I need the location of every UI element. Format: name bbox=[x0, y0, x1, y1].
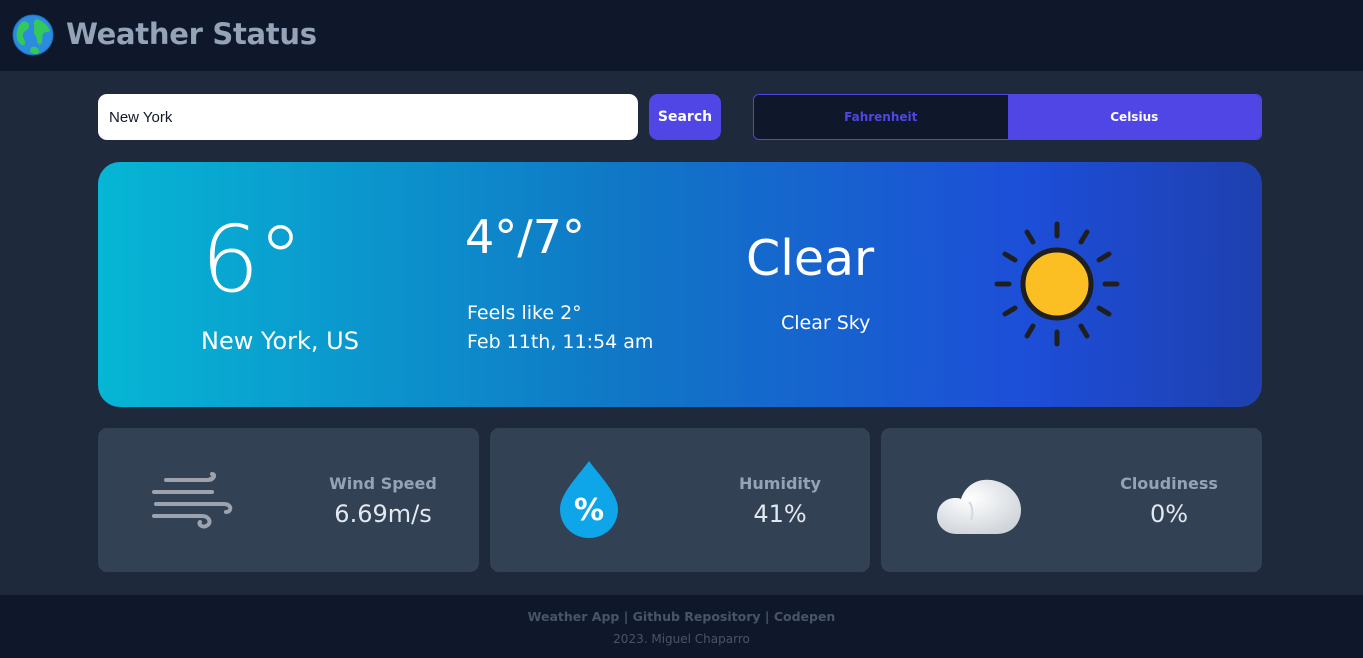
humidity-card: % Humidity 41% bbox=[490, 428, 870, 572]
unit-toggle: Fahrenheit Celsius bbox=[753, 94, 1262, 140]
sun-icon bbox=[994, 221, 1120, 347]
footer-separator: | bbox=[764, 609, 770, 624]
datetime-label: Feb 11th, 11:54 am bbox=[467, 331, 654, 353]
footer-link-github[interactable]: Github Repository bbox=[633, 609, 761, 624]
footer-copyright: 2023. Miguel Chaparro bbox=[613, 632, 750, 646]
cloud-icon bbox=[937, 479, 1021, 534]
fahrenheit-button[interactable]: Fahrenheit bbox=[754, 95, 1008, 139]
location-label: New York, US bbox=[201, 327, 359, 355]
wind-speed-label: Wind Speed bbox=[329, 474, 437, 493]
cloudiness-value: 0% bbox=[1149, 500, 1189, 528]
wind-speed-value: 6.69m/s bbox=[334, 500, 432, 528]
footer-link-weather-app[interactable]: Weather App bbox=[528, 609, 620, 624]
feels-like-label: Feels like 2° bbox=[467, 302, 582, 324]
footer-links: Weather App | Github Repository | Codepe… bbox=[0, 609, 1363, 624]
earth-globe-icon[interactable] bbox=[12, 14, 54, 56]
app-footer: Weather App | Github Repository | Codepe… bbox=[0, 595, 1363, 658]
cloudiness-card: Cloudiness 0% bbox=[881, 428, 1262, 572]
temperature-range: 4°/7° bbox=[465, 210, 586, 264]
celsius-button[interactable]: Celsius bbox=[1007, 95, 1261, 139]
footer-link-codepen[interactable]: Codepen bbox=[774, 609, 836, 624]
current-temperature: 6° bbox=[201, 206, 304, 313]
svg-text:%: % bbox=[574, 493, 604, 528]
weather-condition: Clear bbox=[746, 230, 875, 287]
footer-separator: | bbox=[623, 609, 629, 624]
wind-speed-card: Wind Speed 6.69m/s bbox=[98, 428, 479, 572]
humidity-value: 41% bbox=[753, 500, 807, 528]
weather-condition-description: Clear Sky bbox=[781, 312, 871, 334]
search-button[interactable]: Search bbox=[649, 94, 721, 140]
cloudiness-label: Cloudiness bbox=[1120, 474, 1218, 493]
wind-icon bbox=[152, 472, 233, 529]
app-title: Weather Status bbox=[66, 17, 317, 51]
humidity-label: Humidity bbox=[739, 474, 821, 493]
city-search-input[interactable] bbox=[98, 94, 638, 140]
app-header: Weather Status bbox=[0, 0, 1363, 71]
current-weather-card: 6° New York, US 4°/7° Feels like 2° Feb … bbox=[98, 162, 1262, 407]
humidity-drop-icon: % bbox=[560, 461, 618, 538]
